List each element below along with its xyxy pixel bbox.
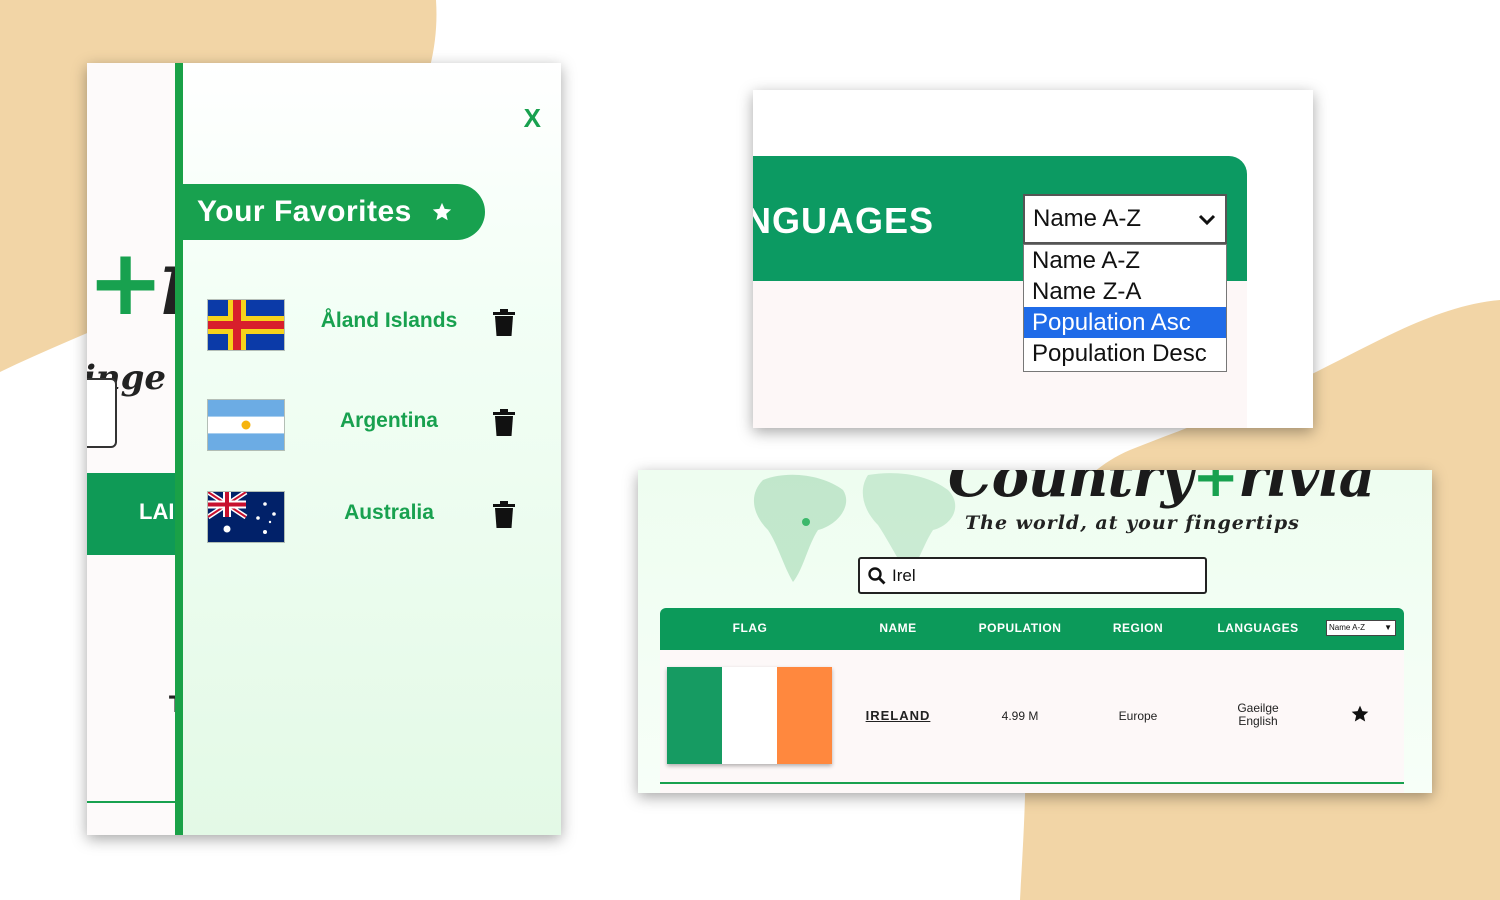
search-input[interactable]: [892, 564, 1192, 588]
column-header-region[interactable]: REGION: [1088, 621, 1188, 635]
aland-flag: [208, 300, 284, 350]
column-header-population[interactable]: POPULATION: [960, 621, 1080, 635]
favorite-name[interactable]: Argentina: [308, 409, 470, 433]
column-header-flag[interactable]: FLAG: [700, 621, 800, 635]
sort-select-value: Name A-Z: [1033, 205, 1142, 232]
background-divider: [87, 801, 187, 803]
sort-option-name-desc[interactable]: Name Z-A: [1024, 276, 1226, 307]
sort-select-value: Name A-Z: [1329, 623, 1366, 632]
trash-icon[interactable]: [492, 501, 516, 529]
favorite-item[interactable]: Australia: [208, 487, 528, 547]
sort-option-population-asc[interactable]: Population Asc: [1024, 307, 1226, 338]
chevron-down-icon: [1198, 214, 1216, 226]
star-icon[interactable]: [1350, 704, 1370, 724]
search-icon: [868, 567, 886, 585]
favorite-name[interactable]: Åland Islands: [308, 309, 470, 333]
sort-select[interactable]: Name A-Z ▼: [1326, 620, 1396, 636]
sort-options-list: Name A-Z Name Z-A Population Asc Populat…: [1023, 244, 1227, 372]
background-table-header: LAI: [87, 473, 187, 555]
search-box[interactable]: [858, 557, 1207, 594]
favorite-item[interactable]: Argentina: [208, 395, 528, 455]
region-cell: Europe: [1118, 709, 1158, 723]
population-cell: 4.99 M: [1001, 709, 1039, 723]
languages-cell: Gaeilge English: [1208, 702, 1308, 728]
languages-column-header: NGUAGES: [753, 200, 935, 241]
australia-flag: [208, 492, 284, 542]
favorites-screenshot: +ri inge LAI T X Your Favorites Åland: [87, 63, 561, 835]
sort-option-name-asc[interactable]: Name A-Z: [1024, 245, 1226, 276]
trash-icon[interactable]: [492, 409, 516, 437]
argentina-flag: [208, 400, 284, 450]
results-table: FLAG NAME POPULATION REGION LANGUAGES Na…: [660, 608, 1404, 793]
search-result-screenshot: Country+rivia The world, at your fingert…: [638, 470, 1432, 793]
chevron-down-icon: ▼: [1384, 623, 1392, 632]
star-icon: [432, 202, 451, 221]
close-drawer-button[interactable]: X: [524, 103, 541, 134]
ireland-flag[interactable]: [667, 667, 832, 764]
column-header-languages[interactable]: LANGUAGES: [1208, 621, 1308, 635]
sort-select[interactable]: Name A-Z: [1023, 194, 1227, 244]
favorites-drawer: X Your Favorites Åland Islands Argentina…: [175, 63, 561, 835]
background-search-input: [87, 378, 117, 448]
language-item: English: [1238, 714, 1278, 728]
sort-option-population-desc[interactable]: Population Desc: [1024, 338, 1226, 369]
favorite-name[interactable]: Australia: [308, 501, 470, 525]
table-header: FLAG NAME POPULATION REGION LANGUAGES Na…: [660, 608, 1404, 650]
country-name-link[interactable]: IRELAND: [848, 708, 948, 723]
column-header-name[interactable]: NAME: [848, 621, 948, 635]
row-divider: [660, 782, 1404, 784]
sort-screenshot: NGUAGES Name A-Z Name A-Z Name Z-A Popul…: [753, 90, 1313, 428]
trash-icon[interactable]: [492, 309, 516, 337]
favorites-heading: Your Favorites: [179, 184, 485, 240]
favorites-heading-label: Your Favorites: [197, 195, 412, 228]
app-title: Country+rivia: [948, 470, 1375, 510]
app-subtitle: The world, at your fingertips: [965, 512, 1300, 534]
favorite-item[interactable]: Åland Islands: [208, 295, 528, 355]
